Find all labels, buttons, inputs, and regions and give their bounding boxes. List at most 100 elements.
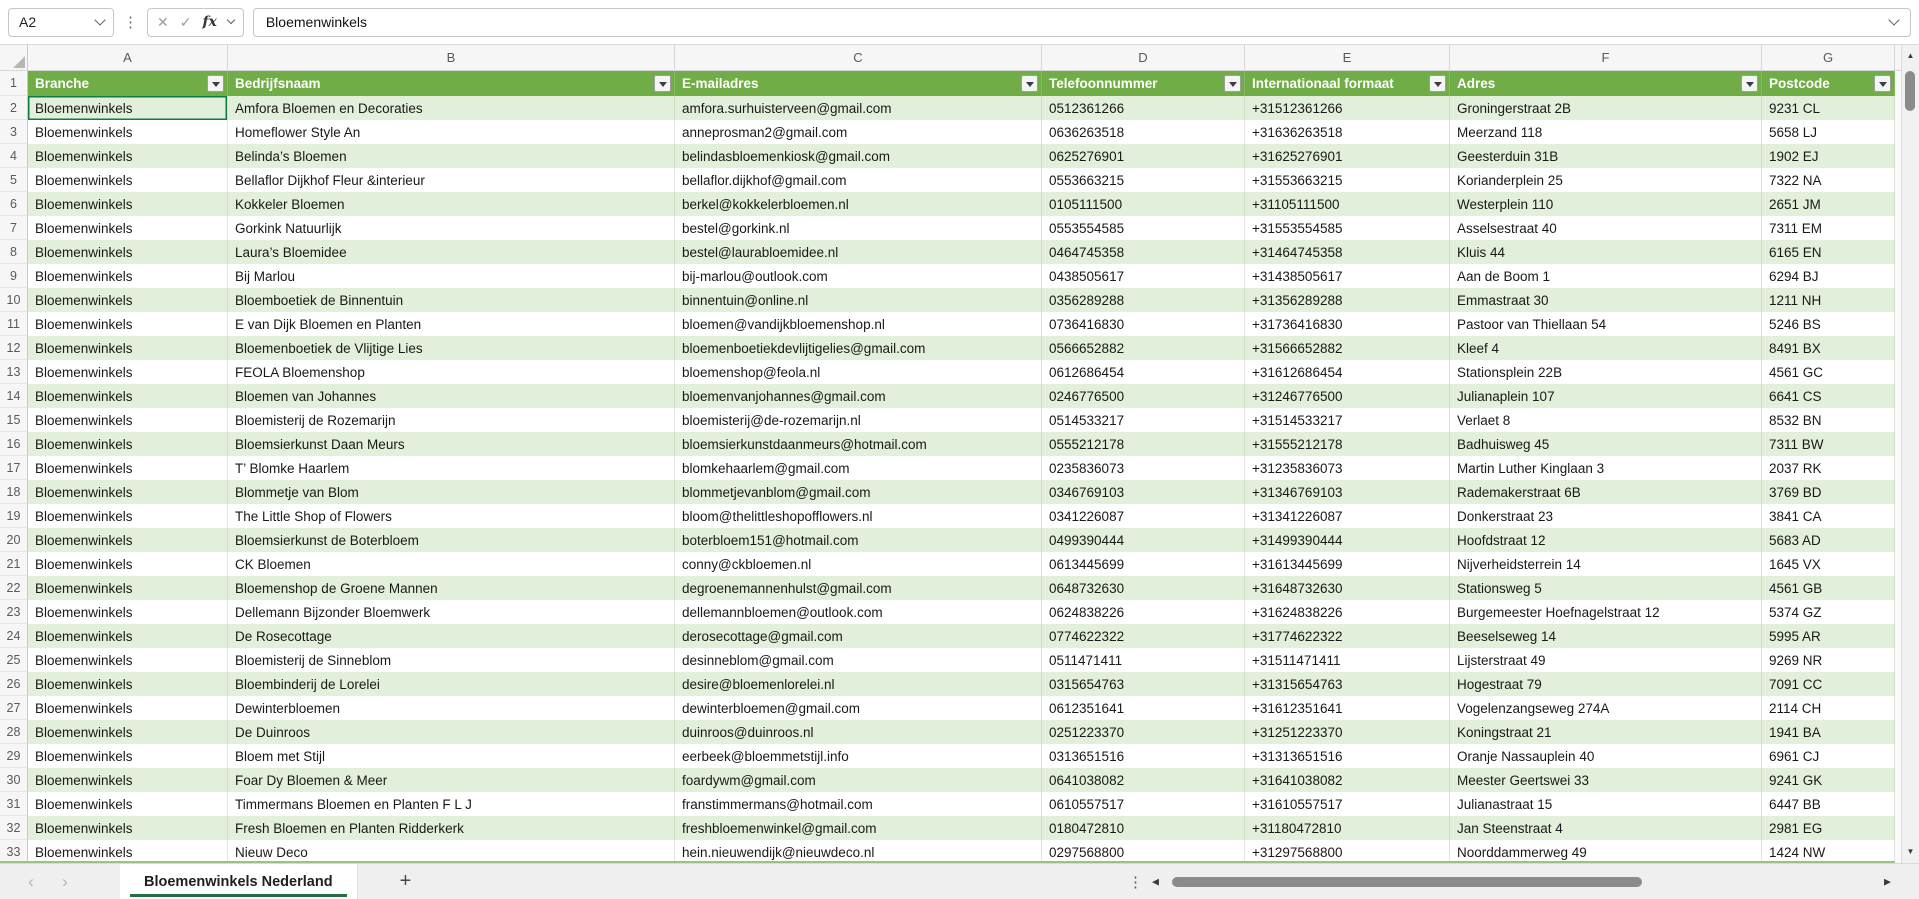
cell[interactable]: 0246776500 — [1042, 384, 1245, 408]
cell[interactable]: Bloemenwinkels — [28, 240, 228, 264]
cell[interactable]: 8491 BX — [1762, 336, 1895, 360]
cell[interactable]: Bloembinderij de Lorelei — [228, 672, 675, 696]
cell[interactable]: 6641 CS — [1762, 384, 1895, 408]
cell[interactable]: 3769 BD — [1762, 480, 1895, 504]
add-sheet-button[interactable]: + — [400, 870, 412, 893]
row-number[interactable]: 8 — [0, 240, 28, 264]
column-letter-d[interactable]: D — [1042, 45, 1245, 71]
row-number[interactable]: 1 — [0, 71, 28, 96]
cell[interactable]: 5658 LJ — [1762, 120, 1895, 144]
cell[interactable]: +31624838226 — [1245, 600, 1450, 624]
row-number[interactable]: 18 — [0, 480, 28, 504]
cell[interactable]: Bloemisterij de Sinneblom — [228, 648, 675, 672]
row-number[interactable]: 21 — [0, 552, 28, 576]
cell[interactable]: Bellaflor Dijkhof Fleur &interieur — [228, 168, 675, 192]
cell[interactable]: +31341226087 — [1245, 504, 1450, 528]
cell[interactable]: Bloemisterij de Rozemarijn — [228, 408, 675, 432]
row-number[interactable]: 7 — [0, 216, 28, 240]
sheet-tab-bloemenwinkels-nederland[interactable]: Bloemenwinkels Nederland — [120, 864, 358, 899]
cell[interactable]: 9231 CL — [1762, 96, 1895, 120]
cell[interactable]: blomkehaarlem@gmail.com — [675, 456, 1042, 480]
cell[interactable]: 0610557517 — [1042, 792, 1245, 816]
cell[interactable]: +31499390444 — [1245, 528, 1450, 552]
cell[interactable]: Timmermans Bloemen en Planten F L J — [228, 792, 675, 816]
cell[interactable]: Bloemenwinkels — [28, 96, 228, 120]
cell[interactable]: 0641038082 — [1042, 768, 1245, 792]
cell[interactable]: E van Dijk Bloemen en Planten — [228, 312, 675, 336]
row-number[interactable]: 11 — [0, 312, 28, 336]
scroll-up-icon[interactable]: ▲ — [1907, 52, 1915, 60]
filter-button-adres[interactable] — [1741, 75, 1758, 92]
row-number[interactable]: 9 — [0, 264, 28, 288]
filter-button-internationaal-formaat[interactable] — [1429, 75, 1446, 92]
column-letter-f[interactable]: F — [1450, 45, 1762, 71]
cell[interactable]: Verlaet 8 — [1450, 408, 1762, 432]
cell[interactable]: 9241 GK — [1762, 768, 1895, 792]
cell[interactable]: 0553663215 — [1042, 168, 1245, 192]
row-number[interactable]: 29 — [0, 744, 28, 768]
filter-button-bedrijfsnaam[interactable] — [654, 75, 671, 92]
scroll-down-icon[interactable]: ▼ — [1907, 848, 1915, 856]
row-number[interactable]: 30 — [0, 768, 28, 792]
row-number[interactable]: 23 — [0, 600, 28, 624]
cell[interactable]: Bloemenboetiek de Vlijtige Lies — [228, 336, 675, 360]
cell[interactable]: +31356289288 — [1245, 288, 1450, 312]
cell[interactable]: 6294 BJ — [1762, 264, 1895, 288]
cell[interactable]: 4561 GB — [1762, 576, 1895, 600]
cell[interactable]: +31648732630 — [1245, 576, 1450, 600]
cell[interactable]: bij-marlou@outlook.com — [675, 264, 1042, 288]
row-number[interactable]: 32 — [0, 816, 28, 840]
row-number[interactable]: 10 — [0, 288, 28, 312]
cell[interactable]: Bloemenwinkels — [28, 600, 228, 624]
cell[interactable]: Bloemenwinkels — [28, 504, 228, 528]
cell[interactable]: +31774622322 — [1245, 624, 1450, 648]
chevron-down-icon[interactable] — [226, 15, 236, 25]
cell[interactable]: berkel@kokkelerbloemen.nl — [675, 192, 1042, 216]
cell[interactable]: 0612351641 — [1042, 696, 1245, 720]
column-letter-e[interactable]: E — [1245, 45, 1450, 71]
cell[interactable]: Asselsestraat 40 — [1450, 216, 1762, 240]
cell[interactable]: Koningstraat 21 — [1450, 720, 1762, 744]
cell[interactable]: 5995 AR — [1762, 624, 1895, 648]
cell[interactable]: Donkerstraat 23 — [1450, 504, 1762, 528]
chevron-down-icon[interactable] — [94, 14, 106, 26]
cell[interactable]: degroenemannenhulst@gmail.com — [675, 576, 1042, 600]
cell[interactable]: desire@bloemenlorelei.nl — [675, 672, 1042, 696]
cell[interactable]: +31512361266 — [1245, 96, 1450, 120]
row-number[interactable]: 25 — [0, 648, 28, 672]
cell[interactable]: Burgemeester Hoefnagelstraat 12 — [1450, 600, 1762, 624]
cell[interactable]: +31511471411 — [1245, 648, 1450, 672]
cell[interactable]: 0774622322 — [1042, 624, 1245, 648]
cell[interactable]: 0636263518 — [1042, 120, 1245, 144]
scroll-left-icon[interactable]: ◀ — [1152, 876, 1159, 887]
cell[interactable]: Bloemenwinkels — [28, 744, 228, 768]
cell[interactable]: belindasbloemenkiosk@gmail.com — [675, 144, 1042, 168]
cell[interactable]: Bloemenwinkels — [28, 648, 228, 672]
cell[interactable]: Bloemenwinkels — [28, 336, 228, 360]
cell[interactable]: +31612686454 — [1245, 360, 1450, 384]
cell[interactable]: +31636263518 — [1245, 120, 1450, 144]
cell[interactable]: blommetjevanblom@gmail.com — [675, 480, 1042, 504]
cell[interactable]: Bloemenwinkels — [28, 264, 228, 288]
cell[interactable]: dewinterbloemen@gmail.com — [675, 696, 1042, 720]
cell[interactable]: Beeselseweg 14 — [1450, 624, 1762, 648]
cell[interactable]: Bloemenwinkels — [28, 672, 228, 696]
cell[interactable]: 0512361266 — [1042, 96, 1245, 120]
cell[interactable]: Bloemenshop de Groene Mannen — [228, 576, 675, 600]
cell[interactable]: 0514533217 — [1042, 408, 1245, 432]
cell[interactable]: bloemen@vandijkbloemenshop.nl — [675, 312, 1042, 336]
cell[interactable]: Gorkink Natuurlijk — [228, 216, 675, 240]
cell[interactable]: 2114 CH — [1762, 696, 1895, 720]
cell[interactable]: Bij Marlou — [228, 264, 675, 288]
name-box[interactable]: A2 — [8, 7, 114, 37]
cell[interactable]: 0341226087 — [1042, 504, 1245, 528]
cell[interactable]: +31105111500 — [1245, 192, 1450, 216]
cell[interactable]: Bloemenwinkels — [28, 552, 228, 576]
scroll-right-icon[interactable]: ▶ — [1884, 876, 1891, 887]
row-number[interactable]: 6 — [0, 192, 28, 216]
cell[interactable]: Pastoor van Thiellaan 54 — [1450, 312, 1762, 336]
cell[interactable]: Bloemen van Johannes — [228, 384, 675, 408]
cell[interactable]: +31246776500 — [1245, 384, 1450, 408]
cell[interactable]: The Little Shop of Flowers — [228, 504, 675, 528]
cell[interactable]: Homeflower Style An — [228, 120, 675, 144]
